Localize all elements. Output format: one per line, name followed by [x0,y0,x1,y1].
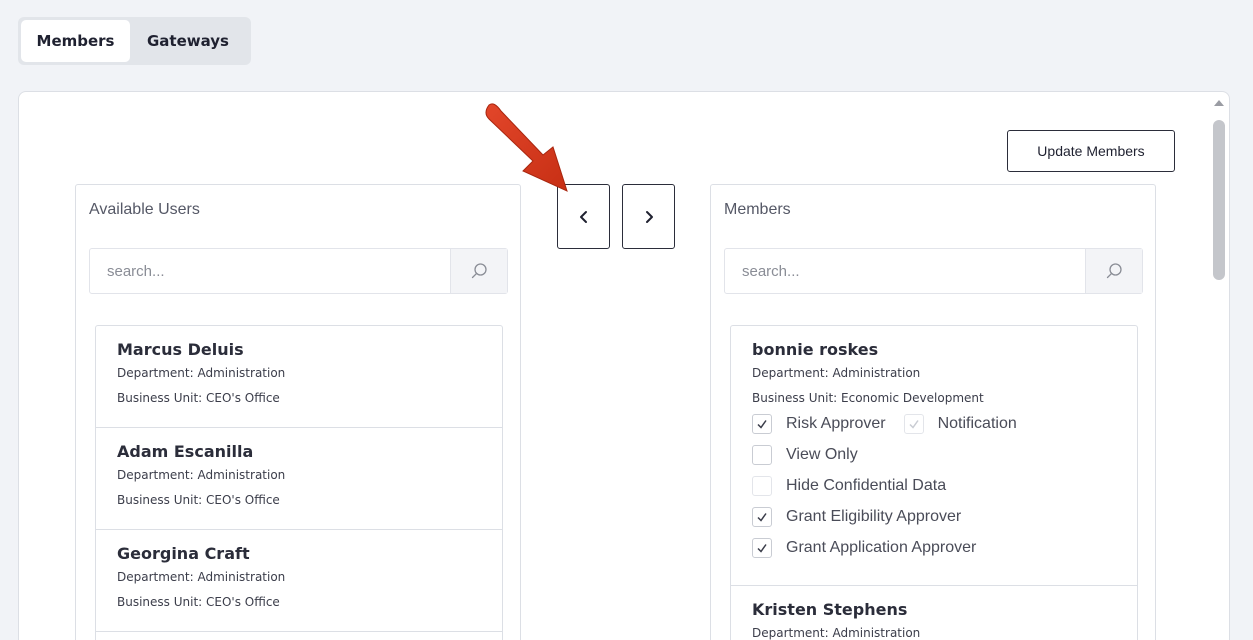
checkbox-label: Hide Confidential Data [786,476,947,494]
check-icon [757,543,767,553]
check-icon [757,419,767,429]
list-item[interactable]: bonnie roskes Department: Administration… [731,326,1137,586]
hide-confidential-checkbox: Hide Confidential Data [752,475,947,496]
list-item[interactable] [96,632,502,640]
check-icon [757,512,767,522]
user-name: Georgina Craft [117,544,250,563]
move-to-members-button[interactable] [622,184,675,249]
checkbox-unchecked[interactable] [752,444,772,465]
tab-members[interactable]: Members [21,20,130,62]
members-list: bonnie roskes Department: Administration… [730,325,1138,640]
members-box: Members bonnie roskes Department: Admini… [710,184,1156,640]
members-panel: Update Members Available Users Marcus De… [18,91,1230,640]
checkbox-checked[interactable] [752,537,772,558]
list-item[interactable]: Georgina Craft Department: Administratio… [96,530,502,632]
user-business-unit: Business Unit: Economic Development [752,391,984,405]
risk-approver-checkbox[interactable]: Risk Approver [752,413,886,434]
available-search-button[interactable] [450,249,507,293]
tab-bar: Members Gateways [18,17,251,65]
notification-checkbox: Notification [903,413,1017,434]
chevron-left-icon [579,210,587,223]
checkbox-label: Risk Approver [786,414,886,432]
user-department: Department: Administration [117,570,286,584]
checkbox-label: Grant Application Approver [786,538,977,556]
list-item[interactable]: Adam Escanilla Department: Administratio… [96,428,502,530]
user-department: Department: Administration [117,366,286,380]
chevron-right-icon [645,210,653,223]
user-name: Kristen Stephens [752,600,908,619]
checkbox-label: Notification [937,414,1017,432]
available-users-search [89,248,508,294]
checkbox-checked-disabled [903,413,924,434]
user-department: Department: Administration [117,468,286,482]
user-name: Adam Escanilla [117,442,254,461]
scroll-thumb[interactable] [1213,120,1225,280]
checkbox-checked[interactable] [752,506,772,527]
user-business-unit: Business Unit: CEO's Office [117,391,280,405]
checkbox-label: View Only [786,445,858,463]
checkbox-unchecked-disabled [752,475,772,496]
list-item[interactable]: Marcus Deluis Department: Administration… [96,326,502,428]
user-business-unit: Business Unit: CEO's Office [117,595,280,609]
members-search-input[interactable] [725,249,1085,293]
members-title: Members [724,201,791,218]
tab-gateways[interactable]: Gateways [130,20,246,62]
check-icon [909,419,919,429]
view-only-checkbox[interactable]: View Only [752,444,858,465]
search-icon [1106,263,1122,279]
grant-application-checkbox[interactable]: Grant Application Approver [752,537,977,558]
members-search [724,248,1143,294]
search-icon [471,263,487,279]
checkbox-label: Grant Eligibility Approver [786,507,962,525]
permission-list: Risk Approver Notification View Only Hid… [752,408,1117,563]
user-name: Marcus Deluis [117,340,244,359]
members-search-button[interactable] [1085,249,1142,293]
user-business-unit: Business Unit: CEO's Office [117,493,280,507]
available-users-title: Available Users [89,201,200,218]
available-search-input[interactable] [90,249,450,293]
user-name: bonnie roskes [752,340,879,359]
list-item[interactable]: Kristen Stephens Department: Administrat… [731,586,1137,640]
vertical-scrollbar[interactable] [1209,92,1229,640]
move-to-available-button[interactable] [557,184,610,249]
user-department: Department: Administration [752,366,921,380]
grant-eligibility-checkbox[interactable]: Grant Eligibility Approver [752,506,962,527]
scroll-up-arrow-icon[interactable] [1214,100,1224,106]
user-department: Department: Administration [752,626,921,640]
update-members-button[interactable]: Update Members [1007,130,1175,172]
available-users-list: Marcus Deluis Department: Administration… [95,325,503,640]
available-users-box: Available Users Marcus Deluis Department… [75,184,521,640]
checkbox-checked[interactable] [752,413,772,434]
